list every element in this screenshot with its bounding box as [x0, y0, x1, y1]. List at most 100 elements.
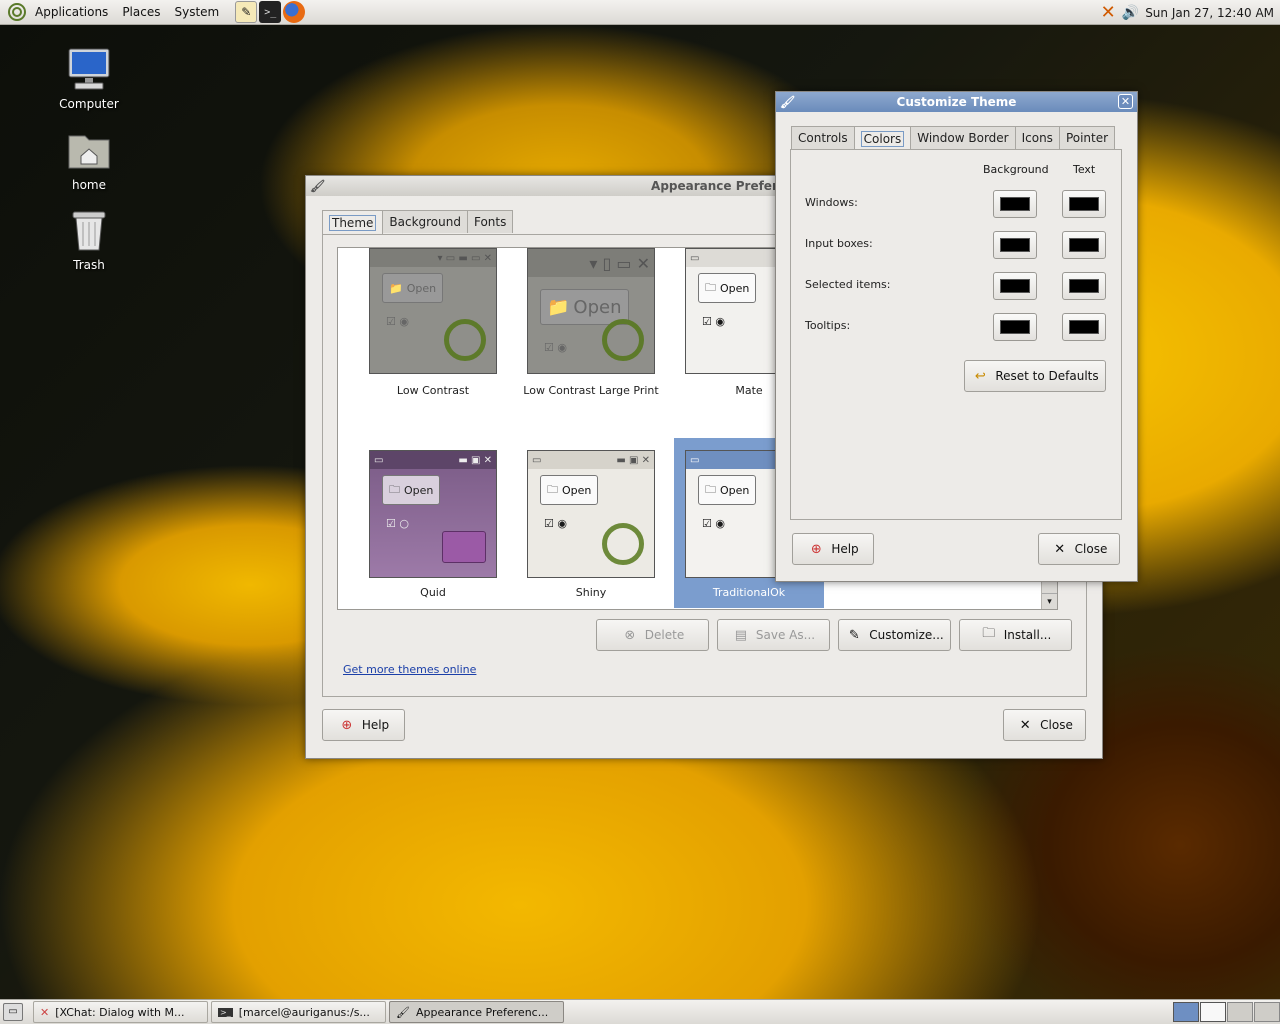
tooltips-background-color-button[interactable] — [993, 313, 1037, 341]
appearance-tabs: Theme Background Fonts — [322, 209, 514, 234]
top-panel: Applications Places System ✎ >_ ✕ 🔊 Sun … — [0, 0, 1280, 25]
desktop-icon-trash[interactable]: Trash — [44, 206, 134, 272]
edit-icon: ✎ — [848, 627, 860, 643]
window-title: Customize Theme — [896, 95, 1017, 109]
close-button[interactable]: ✕ Close — [1003, 709, 1086, 741]
folder-icon: 🗀 — [547, 482, 558, 496]
workspace-switcher — [1173, 1002, 1280, 1022]
clock[interactable]: Sun Jan 27, 12:40 AM — [1145, 6, 1274, 20]
desktop-icon-label: Computer — [59, 97, 119, 111]
theme-preview-low-contrast[interactable]: ▾ ▭ ▬ ▭ ✕ 📁 Open ☑ ◉ — [369, 248, 497, 374]
appearance-app-icon: 🖌 — [310, 179, 326, 193]
window-titlebar[interactable]: 🖌 Customize Theme ✕ — [776, 92, 1137, 112]
terminal-icon: >_ — [218, 1007, 233, 1017]
close-icon: ✕ — [1054, 541, 1066, 557]
tab-window-border[interactable]: Window Border — [910, 126, 1016, 149]
volume-icon[interactable]: 🔊 — [1122, 5, 1139, 21]
tooltips-text-color-button[interactable] — [1062, 313, 1106, 341]
menu-system[interactable]: System — [167, 5, 226, 19]
customize-button[interactable]: ✎ Customize... — [838, 619, 951, 651]
purple-folder-icon — [442, 531, 486, 563]
menu-applications[interactable]: Applications — [28, 5, 115, 19]
theme-label: Low Contrast Large Print — [523, 384, 659, 397]
firefox-icon[interactable] — [283, 1, 306, 23]
help-icon: ⊕ — [341, 717, 353, 733]
revert-icon: ↩ — [974, 368, 986, 384]
computer-icon — [65, 45, 113, 93]
theme-preview-low-contrast-large-print[interactable]: ▾ ▯ ▭ ✕ 📁 Open ☑ ◉ — [527, 248, 655, 374]
row-label-input-boxes: Input boxes: — [805, 237, 873, 250]
save-as-button[interactable]: ▤ Save As... — [717, 619, 830, 651]
install-theme-button[interactable]: 🗀 Install... — [959, 619, 1072, 651]
window-close-icon[interactable]: ✕ — [1118, 94, 1133, 109]
desktop-icon-label: home — [71, 178, 107, 192]
workspace-3[interactable] — [1227, 1002, 1253, 1022]
tab-icons[interactable]: Icons — [1014, 126, 1060, 149]
row-label-tooltips: Tooltips: — [805, 319, 851, 332]
save-icon: ▤ — [734, 627, 748, 643]
tab-theme[interactable]: Theme — [322, 210, 384, 234]
folder-icon: 🗀 — [705, 280, 716, 294]
menu-places[interactable]: Places — [115, 5, 167, 19]
scroll-down-arrow-icon[interactable]: ▾ — [1042, 593, 1057, 609]
gnome-foot-icon[interactable] — [6, 1, 28, 23]
theme-preview-shiny[interactable]: ▭ ▬ ▣ ✕ 🗀 Open ☑ ◉ — [527, 450, 655, 578]
tab-pointer[interactable]: Pointer — [1058, 126, 1116, 149]
colors-tab-panel: Background Text Windows: Input boxes: Se… — [790, 149, 1122, 520]
input-boxes-text-color-button[interactable] — [1062, 231, 1106, 259]
xchat-icon: ✕ — [40, 1005, 50, 1019]
system-tray: ✕ 🔊 Sun Jan 27, 12:40 AM — [1101, 0, 1274, 25]
open-button-preview: 🗀 Open — [698, 475, 757, 505]
windows-background-color-button[interactable] — [993, 190, 1037, 218]
open-button-preview: 🗀 Open — [382, 475, 441, 505]
folder-icon: 🗀 — [705, 482, 716, 496]
network-disconnected-icon[interactable]: ✕ — [1101, 2, 1116, 23]
taskbar-item-appearance[interactable]: 🖌 Appearance Preferenc... — [389, 1001, 564, 1023]
get-more-themes-link[interactable]: Get more themes online — [343, 663, 476, 676]
desktop-icon-label: Trash — [73, 258, 105, 272]
row-label-selected-items: Selected items: — [805, 278, 891, 291]
theme-label-selected: TraditionalOk — [712, 586, 786, 599]
help-button[interactable]: ⊕ Help — [792, 533, 874, 565]
appearance-app-icon: 🖌 — [780, 95, 796, 109]
workspace-1[interactable] — [1173, 1002, 1199, 1022]
input-boxes-background-color-button[interactable] — [993, 231, 1037, 259]
trash-icon — [65, 206, 113, 254]
folder-icon: 🗀 — [389, 482, 400, 496]
folder-icon: 📁 — [389, 281, 403, 295]
theme-label: Quid — [420, 586, 446, 599]
help-button[interactable]: ⊕ Help — [322, 709, 405, 741]
selected-items-background-color-button[interactable] — [993, 272, 1037, 300]
delete-icon: ⊗ — [624, 627, 636, 643]
folder-icon: 📁 — [547, 296, 570, 318]
show-desktop-icon[interactable]: ▭ — [3, 1003, 23, 1021]
desktop-icon-computer[interactable]: Computer — [44, 45, 134, 111]
help-icon: ⊕ — [810, 541, 822, 557]
taskbar-item-terminal[interactable]: >_ [marcel@auriganus:/s... — [211, 1001, 386, 1023]
theme-label: Low Contrast — [396, 384, 470, 397]
appearance-app-icon: 🖌 — [396, 1005, 410, 1019]
windows-text-color-button[interactable] — [1062, 190, 1106, 218]
selected-items-text-color-button[interactable] — [1062, 272, 1106, 300]
taskbar-item-xchat[interactable]: ✕ [XChat: Dialog with M... — [33, 1001, 208, 1023]
workspace-4[interactable] — [1254, 1002, 1280, 1022]
theme-label: Shiny — [575, 586, 607, 599]
tab-fonts[interactable]: Fonts — [466, 210, 514, 233]
customize-tabs: Controls Colors Window Border Icons Poin… — [791, 125, 1116, 150]
terminal-icon[interactable]: >_ — [259, 1, 282, 23]
close-button[interactable]: ✕ Close — [1038, 533, 1120, 565]
background-column-header: Background — [983, 163, 1049, 176]
home-folder-icon — [65, 126, 113, 174]
reset-to-defaults-button[interactable]: ↩ Reset to Defaults — [964, 360, 1106, 392]
delete-theme-button[interactable]: ⊗ Delete — [596, 619, 709, 651]
tab-colors[interactable]: Colors — [853, 126, 912, 150]
workspace-2[interactable] — [1200, 1002, 1226, 1022]
close-icon: ✕ — [1019, 717, 1031, 733]
text-editor-icon[interactable]: ✎ — [235, 1, 258, 23]
tab-controls[interactable]: Controls — [791, 126, 855, 149]
customize-theme-window: 🖌 Customize Theme ✕ Controls Colors Wind… — [775, 91, 1138, 582]
open-button-preview: 📁 Open — [382, 273, 444, 303]
theme-preview-quid[interactable]: ▭ ▬ ▣ ✕ 🗀 Open ☑ ○ — [369, 450, 497, 578]
desktop-icon-home[interactable]: home — [44, 126, 134, 192]
tab-background[interactable]: Background — [382, 210, 468, 233]
